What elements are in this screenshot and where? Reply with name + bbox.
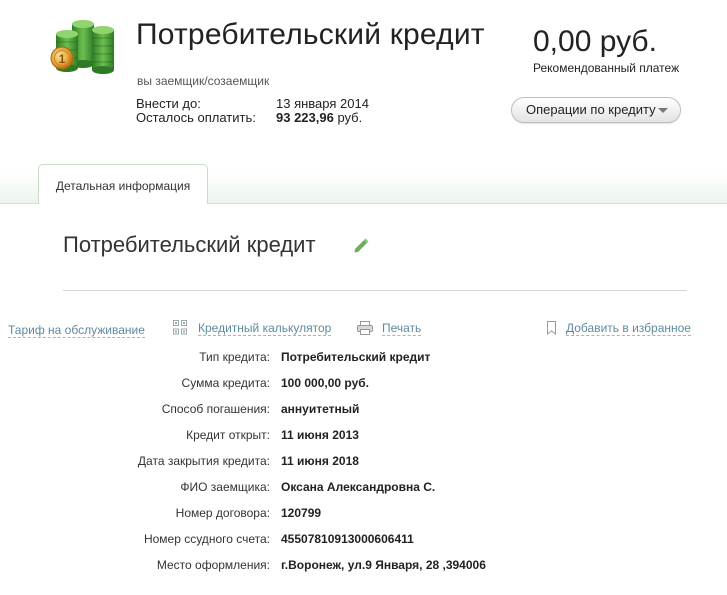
pay-until-label: Внести до: xyxy=(136,96,201,111)
detail-label: Кредит открыт: xyxy=(186,428,270,442)
detail-row: Сумма кредита: 100 000,00 руб. xyxy=(0,376,727,396)
detail-row: Кредит открыт: 11 июня 2013 xyxy=(0,428,727,448)
detail-label: Сумма кредита: xyxy=(181,376,270,390)
tab-label: Детальная информация xyxy=(55,179,191,193)
detail-row: Номер договора: 120799 xyxy=(0,506,727,526)
detail-label: Номер ссудного счета: xyxy=(143,532,270,546)
remaining-row: Осталось оплатить: 93 223,96 руб. xyxy=(136,110,362,125)
detail-row: Дата закрытия кредита: 11 июня 2018 xyxy=(0,454,727,474)
detail-label: Способ погашения: xyxy=(161,402,270,416)
detail-label: ФИО заемщика: xyxy=(180,480,270,494)
section-divider xyxy=(63,290,687,291)
detail-value: г.Воронеж, ул.9 Января, 28 ,394006 xyxy=(281,558,486,572)
print-link[interactable]: Печать xyxy=(382,321,422,336)
page-title: Потребительский кредит xyxy=(136,18,485,51)
payment-amount-caption: Рекомендованный платеж xyxy=(533,61,680,75)
detail-row: ФИО заемщика: Оксана Александровна С. xyxy=(0,480,727,500)
detail-label: Дата закрытия кредита: xyxy=(137,454,270,468)
detail-value: 11 июня 2013 xyxy=(281,428,359,442)
detail-label: Место оформления: xyxy=(156,558,270,572)
detail-value: аннуитетный xyxy=(281,402,360,416)
detail-row: Место оформления: г.Воронеж, ул.9 Января… xyxy=(0,558,727,578)
detail-row: Способ погашения: аннуитетный xyxy=(0,402,727,422)
remaining-value: 93 223,96 xyxy=(276,110,334,125)
detail-row: Номер ссудного счета: 455078109130006064… xyxy=(0,532,727,552)
credit-calculator-link[interactable]: Кредитный калькулятор xyxy=(198,321,332,336)
detail-value: 11 июня 2018 xyxy=(281,454,359,468)
add-to-favorites-link[interactable]: Добавить в избранное xyxy=(566,321,691,336)
loan-operations-button[interactable]: Операции по кредиту xyxy=(511,97,681,123)
detail-value: 45507810913000606411 xyxy=(281,532,414,546)
coin-stacks-icon: 1 xyxy=(50,20,114,74)
detail-value: Потребительский кредит xyxy=(281,350,431,364)
product-title: Потребительский кредит xyxy=(63,232,316,257)
borrower-role: вы заемщик/созаемщик xyxy=(137,74,270,88)
detail-row: Тип кредита: Потребительский кредит xyxy=(0,350,727,370)
bookmark-icon xyxy=(547,321,556,335)
printer-icon xyxy=(357,321,373,335)
calculator-icon xyxy=(173,320,187,335)
chevron-down-icon xyxy=(658,108,668,113)
tariff-link[interactable]: Тариф на обслуживание xyxy=(8,323,145,338)
tab-detail-info[interactable]: Детальная информация xyxy=(38,164,208,204)
remaining-label: Осталось оплатить: xyxy=(136,110,256,125)
pay-until-value: 13 января 2014 xyxy=(276,96,369,111)
payment-amount: 0,00 руб. xyxy=(533,25,657,58)
pay-until-row: Внести до: 13 января 2014 xyxy=(136,96,369,111)
detail-value: 120799 xyxy=(281,506,322,520)
detail-label: Номер договора: xyxy=(175,506,270,520)
remaining-currency: руб. xyxy=(333,110,363,125)
detail-value: Оксана Александровна С. xyxy=(281,480,436,494)
detail-value: 100 000,00 руб. xyxy=(281,376,369,390)
detail-label: Тип кредита: xyxy=(199,350,270,364)
loan-operations-label: Операции по кредиту xyxy=(526,102,656,117)
svg-text:1: 1 xyxy=(59,52,66,66)
pencil-icon[interactable] xyxy=(352,236,370,254)
